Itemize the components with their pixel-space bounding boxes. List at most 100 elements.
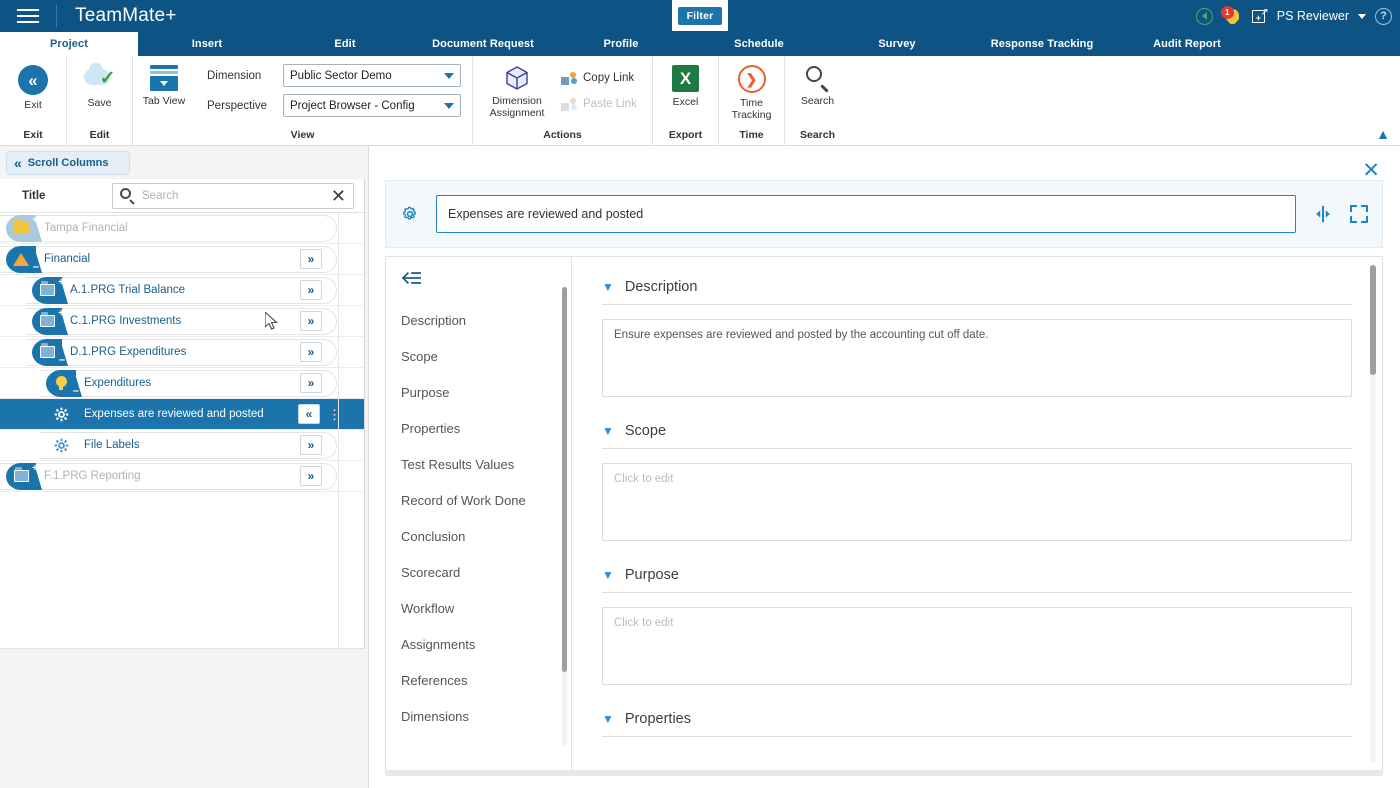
section-textbox[interactable]: Click to edit — [602, 463, 1352, 541]
nav-scrollbar-thumb[interactable] — [562, 287, 567, 672]
section-header[interactable]: ▼ Purpose — [602, 567, 1352, 583]
excel-icon: X — [672, 65, 699, 92]
dimension-select[interactable]: Public Sector Demo — [283, 64, 461, 87]
detail-title-input[interactable] — [436, 195, 1296, 233]
folder-minus-icon[interactable]: – — [30, 338, 68, 366]
user-name[interactable]: PS Reviewer — [1277, 9, 1349, 23]
excel-export-button[interactable]: X Excel — [653, 61, 718, 108]
ribbon-tab-insert[interactable]: Insert — [138, 32, 276, 56]
detail-nav-item-description[interactable]: Description — [386, 302, 571, 338]
tree-row[interactable]: + A.1.PRG Trial Balance » — [0, 275, 364, 306]
expand-row-button[interactable]: » — [300, 466, 322, 486]
tree-header: Title ✕ — [0, 179, 364, 213]
folder-plus-icon[interactable]: + — [30, 276, 68, 304]
gear-icon[interactable] — [400, 204, 420, 224]
ribbon-tab-response-tracking[interactable]: Response Tracking — [966, 32, 1118, 56]
detail-nav-item-scorecard[interactable]: Scorecard — [386, 554, 571, 590]
ribbon-group-actions-label: Actions — [543, 129, 582, 141]
content-scrollbar-thumb[interactable] — [1370, 265, 1376, 375]
paste-link-icon — [561, 97, 577, 111]
expand-row-button[interactable]: » — [300, 373, 322, 393]
time-tracking-button[interactable]: ❯ Time Tracking — [719, 61, 784, 121]
user-menu-chevron-down-icon[interactable] — [1358, 13, 1366, 19]
triangle-icon[interactable]: – — [4, 245, 42, 273]
detail-horizontal-scrollbar[interactable] — [385, 770, 1383, 776]
dimension-assignment-button[interactable]: Dimension Assignment — [479, 61, 555, 119]
tree-search-box[interactable]: ✕ — [112, 182, 354, 209]
fullscreen-icon[interactable] — [1350, 205, 1368, 223]
gear-blue-icon[interactable] — [44, 432, 78, 459]
section-textbox[interactable]: Click to edit — [602, 607, 1352, 685]
expand-row-button[interactable]: » — [300, 249, 322, 269]
section-header[interactable]: ▼ Scope — [602, 423, 1352, 439]
ribbon-tab-document-request[interactable]: Document Request — [414, 32, 552, 56]
detail-nav-item-references[interactable]: References — [386, 662, 571, 698]
expand-row-button[interactable]: » — [300, 342, 322, 362]
section-title: Scope — [624, 423, 667, 439]
copy-link-button[interactable]: Copy Link — [561, 69, 637, 87]
clear-search-icon[interactable]: ✕ — [331, 187, 346, 205]
detail-nav-item-conclusion[interactable]: Conclusion — [386, 518, 571, 554]
expand-row-button[interactable]: » — [300, 311, 322, 331]
bulb-icon[interactable]: – — [44, 369, 82, 397]
tree-row[interactable]: – Expenditures » — [0, 368, 364, 399]
close-icon[interactable]: ✕ — [1362, 160, 1380, 181]
ribbon-tab-survey[interactable]: Survey — [828, 32, 966, 56]
ribbon-tab-edit[interactable]: Edit — [276, 32, 414, 56]
expand-row-button[interactable]: » — [300, 280, 322, 300]
detail-nav-item-dimensions[interactable]: Dimensions — [386, 698, 571, 734]
tree-row[interactable]: + Tampa Financial — [0, 213, 364, 244]
paste-link-button[interactable]: Paste Link — [561, 95, 637, 113]
open-new-window-icon[interactable]: + ↗ — [1251, 7, 1269, 25]
content-scrollbar[interactable] — [1370, 265, 1376, 763]
tree-row[interactable]: – D.1.PRG Expenditures » — [0, 337, 364, 368]
save-button[interactable]: ✓ Save — [67, 61, 132, 109]
folder-plus-icon[interactable]: + — [4, 462, 42, 490]
tree-row[interactable]: – Financial » — [0, 244, 364, 275]
application-window: TeamMate+ Filter 1 + ↗ PS Reviewer ? Proj… — [0, 0, 1400, 788]
detail-nav-item-workflow[interactable]: Workflow — [386, 590, 571, 626]
tree-row[interactable]: + F.1.PRG Reporting » — [0, 461, 364, 492]
nav-scrollbar[interactable] — [562, 287, 567, 747]
ribbon-tab-profile[interactable]: Profile — [552, 32, 690, 56]
folder-plus-icon[interactable]: + — [4, 214, 42, 242]
detail-nav-item-scope[interactable]: Scope — [386, 338, 571, 374]
folder-plus-icon[interactable]: + — [30, 307, 68, 335]
ribbon-tab-project[interactable]: Project — [0, 32, 138, 56]
exit-button[interactable]: « Exit — [0, 61, 66, 111]
tree-row[interactable]: File Labels » — [0, 430, 364, 461]
gear-white-icon[interactable] — [44, 401, 78, 428]
section-header[interactable]: ▼ Description — [602, 279, 1352, 295]
perspective-select[interactable]: Project Browser - Config — [283, 94, 461, 117]
filter-tab[interactable]: Filter — [672, 0, 728, 31]
detail-nav-item-test-results-values[interactable]: Test Results Values — [386, 446, 571, 482]
tab-view-label: Tab View — [142, 95, 186, 107]
detail-nav-item-properties[interactable]: Properties — [386, 410, 571, 446]
tree-row[interactable]: + C.1.PRG Investments » — [0, 306, 364, 337]
row-options-kebab-icon[interactable]: ⋮ — [328, 408, 341, 421]
section-header[interactable]: ▼ Properties — [602, 711, 1352, 727]
back-icon[interactable] — [1195, 7, 1213, 25]
ribbon-tab-schedule[interactable]: Schedule — [690, 32, 828, 56]
tab-view-button[interactable]: Tab View — [133, 61, 195, 107]
expand-row-button[interactable]: » — [300, 435, 322, 455]
detail-nav-item-assignments[interactable]: Assignments — [386, 626, 571, 662]
search-icon — [805, 65, 831, 93]
ribbon-collapse-chevron-up-icon[interactable]: ▲ — [1376, 127, 1390, 141]
notifications-icon[interactable]: 1 — [1220, 6, 1242, 25]
ribbon-tab-audit-report[interactable]: Audit Report — [1118, 32, 1256, 56]
detail-nav-item-record-of-work-done[interactable]: Record of Work Done — [386, 482, 571, 518]
search-button[interactable]: Search — [785, 61, 850, 107]
section-textbox[interactable]: Ensure expenses are reviewed and posted … — [602, 319, 1352, 397]
hamburger-menu-icon[interactable] — [0, 0, 56, 32]
scroll-columns-button[interactable]: « Scroll Columns — [6, 151, 130, 175]
ribbon-group-search-label: Search — [799, 129, 836, 141]
help-icon[interactable]: ? — [1375, 7, 1392, 25]
splitter-icon[interactable] — [1312, 203, 1334, 225]
ribbon-group-view: Tab View Dimension Public Sector Demo Pe… — [132, 56, 472, 145]
search-input[interactable] — [142, 189, 324, 202]
collapse-left-icon[interactable] — [401, 269, 423, 287]
tree-row[interactable]: Expenses are reviewed and posted « ⋮ — [0, 399, 364, 430]
collapse-row-button[interactable]: « — [298, 404, 320, 424]
detail-nav-item-purpose[interactable]: Purpose — [386, 374, 571, 410]
